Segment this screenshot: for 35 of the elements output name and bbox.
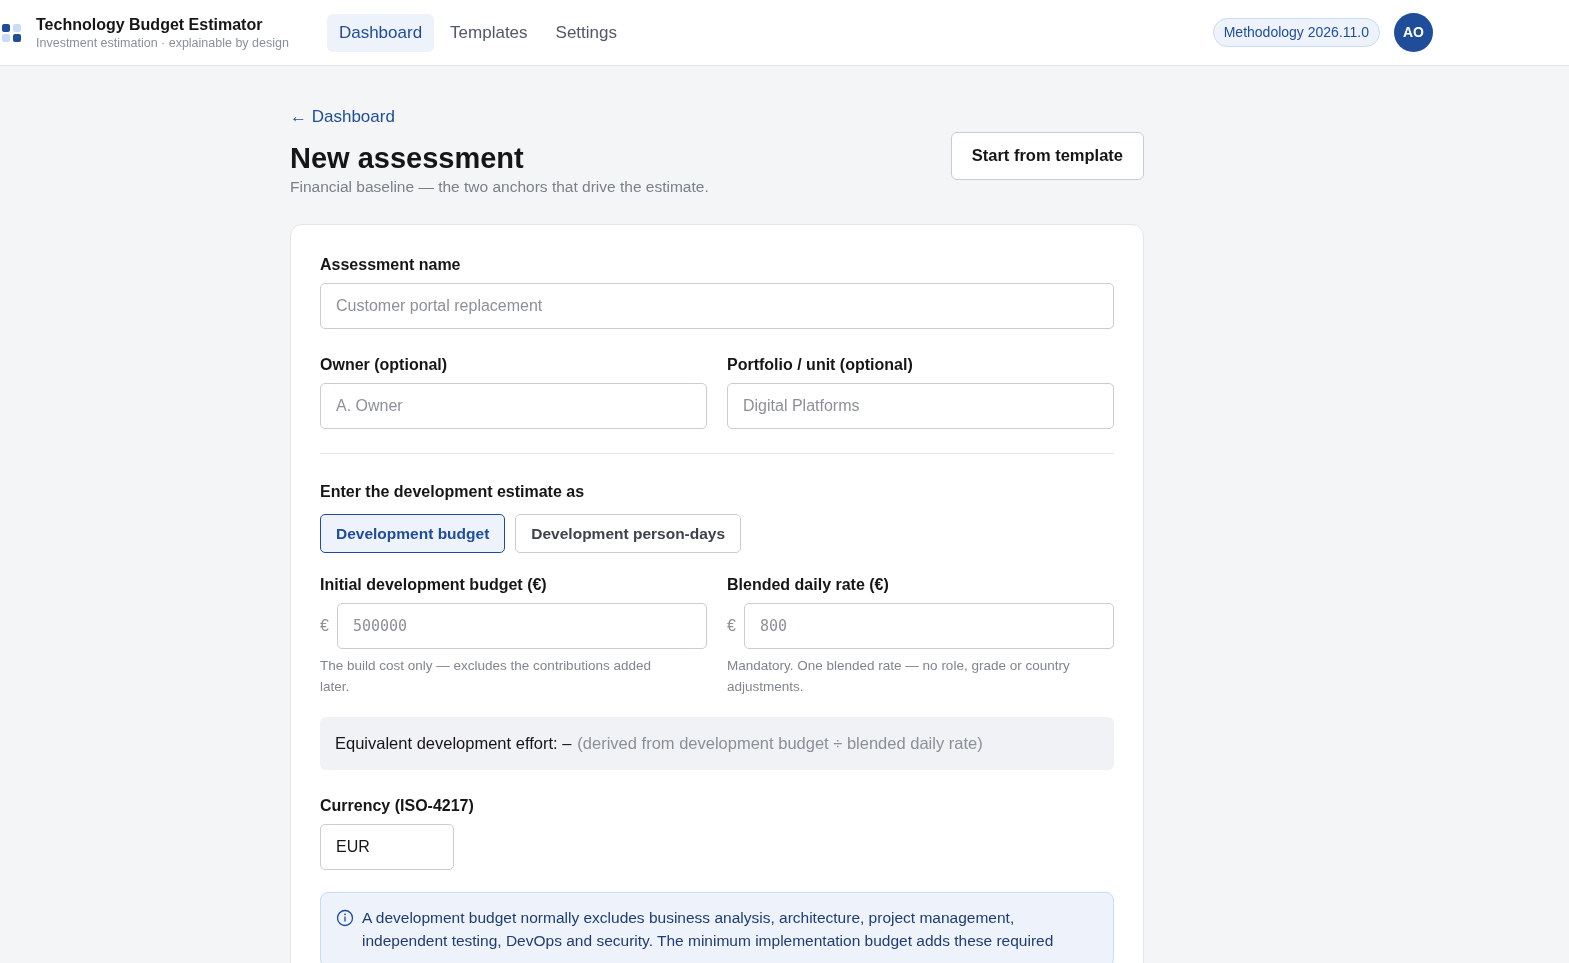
nav-tab[interactable]: Settings (543, 13, 629, 52)
back-link[interactable]: ← Dashboard (290, 107, 395, 126)
section-label: Enter the development estimate as (320, 481, 585, 502)
template-button[interactable]: Start from template (950, 131, 1144, 180)
amount-field[interactable]: 500000 (336, 602, 707, 649)
currency-prefix: € (320, 615, 329, 636)
app-title: Technology Budget Estimator (36, 14, 264, 35)
field-label: Portfolio / unit (optional) (727, 354, 913, 375)
nav-tab[interactable]: Templates (438, 13, 540, 52)
info-text: A development budget normally excludes business analysis, architecture, project management, independent testing, DevOps and security. The minimum implementation budget adds these required (362, 907, 1054, 951)
mode-toggle[interactable]: Development budget (320, 513, 506, 553)
logo-icon (2, 22, 22, 43)
field-label: Owner (optional) (320, 354, 448, 375)
mode-toggle[interactable]: Development person-days (515, 513, 742, 553)
nav-tab[interactable]: Dashboard (326, 13, 435, 52)
field-label: Assessment name (320, 254, 461, 275)
methodology-badge: Methodology 2026.11.0 (1212, 18, 1380, 47)
avatar[interactable]: AO (1394, 13, 1433, 52)
text-field[interactable]: A. Owner (320, 382, 707, 429)
page-title: New assessment (290, 141, 525, 174)
field-label: Currency (ISO-4217) (320, 795, 474, 816)
currency-prefix: € (727, 615, 736, 636)
help-text: The build cost only — excludes the contributions added later. (320, 656, 652, 696)
page-subtitle: Financial baseline — the two anchors that drive the estimate. (290, 176, 709, 197)
info-icon (336, 908, 354, 927)
field-label: Initial development budget (€) (320, 574, 547, 595)
text-field[interactable]: Customer portal replacement (320, 282, 1114, 329)
app-subtitle: Investment estimation · explainable by design (36, 34, 289, 51)
text-field[interactable]: Digital Platforms (727, 382, 1114, 429)
help-text: Mandatory. One blended rate — no role, grade or country adjustments. (727, 656, 1071, 696)
text-field[interactable]: EUR (320, 823, 454, 870)
field-label: Blended daily rate (€) (727, 574, 889, 595)
effort-note: (derived from development budget ÷ blended daily rate) (577, 732, 983, 754)
amount-field[interactable]: 800 (743, 602, 1114, 649)
effort-value: Equivalent development effort: – (335, 732, 572, 754)
